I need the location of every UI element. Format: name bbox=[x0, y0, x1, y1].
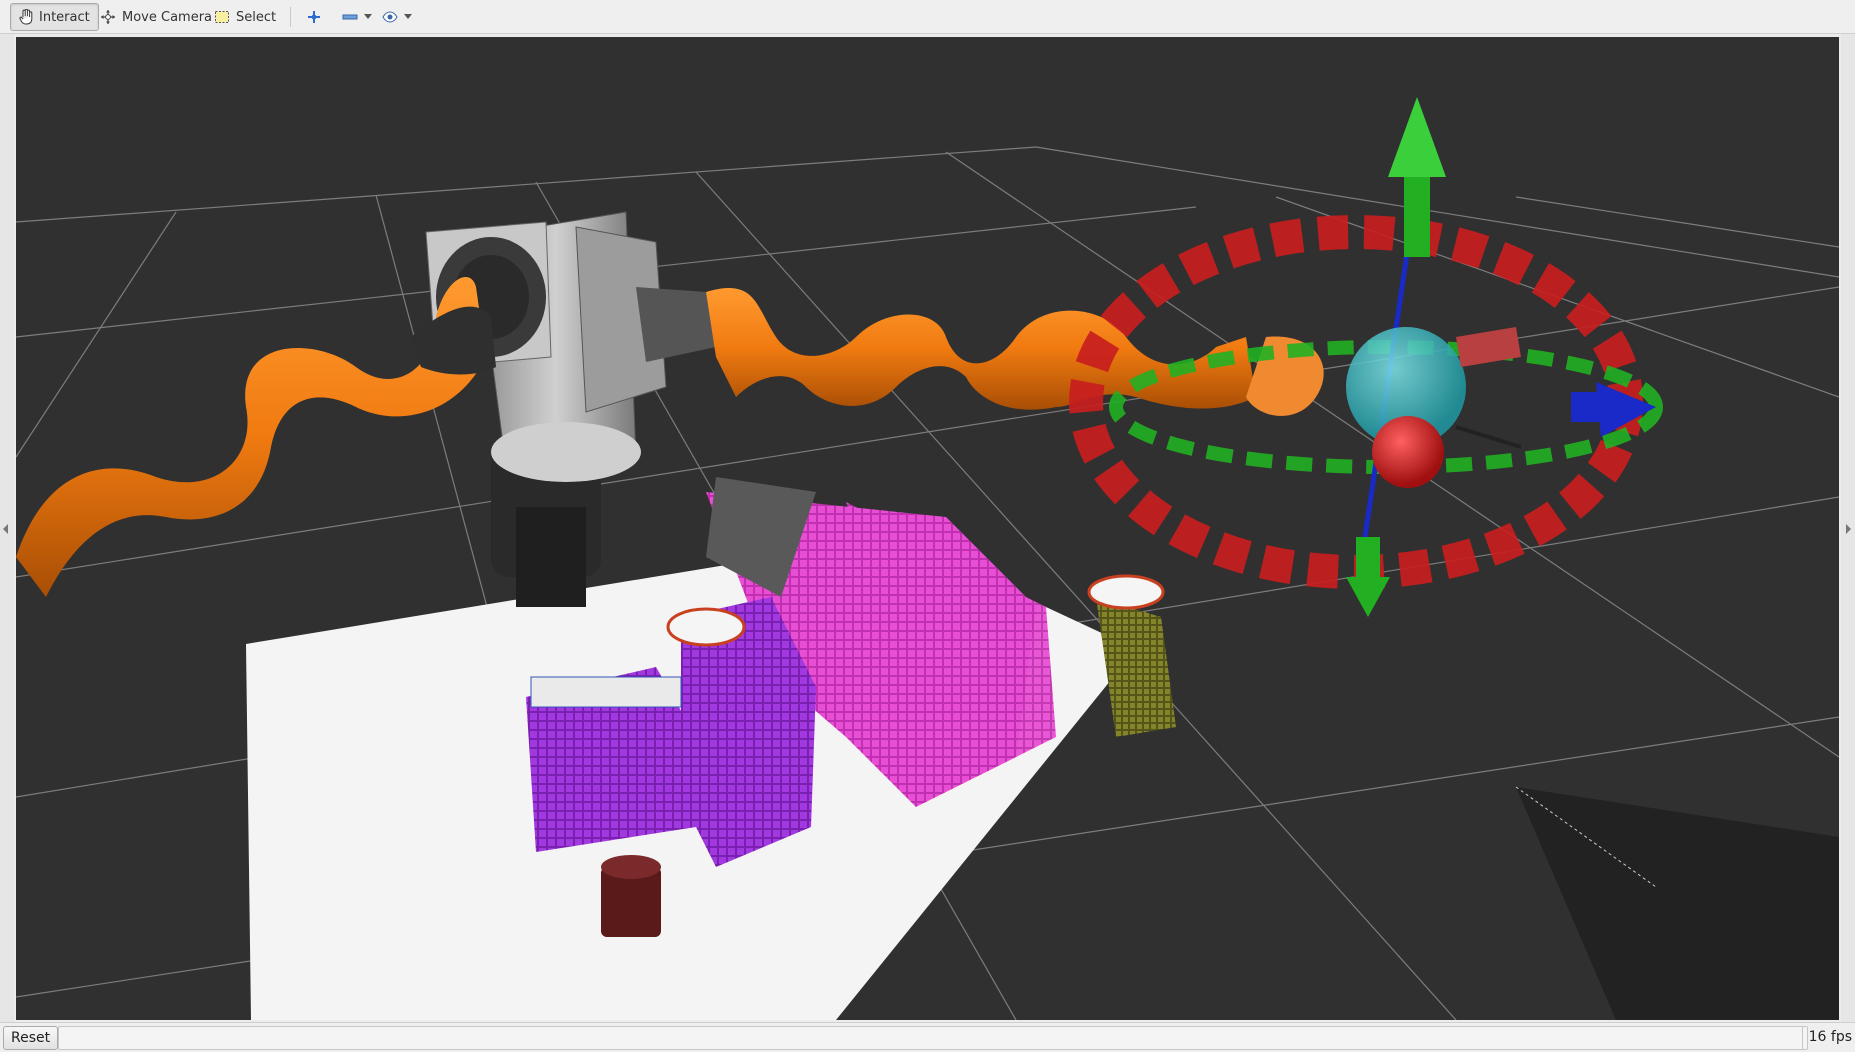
reset-button[interactable]: Reset bbox=[3, 1026, 59, 1050]
collapse-right-icon bbox=[1846, 524, 1851, 534]
can-top bbox=[666, 607, 746, 647]
select-rectangle-icon bbox=[214, 10, 230, 24]
select-tool-button[interactable]: Select bbox=[206, 3, 284, 31]
chevron-down-icon bbox=[404, 14, 412, 20]
robot-base bbox=[425, 211, 667, 607]
can-top bbox=[1087, 574, 1165, 610]
fps-readout: 16 fps bbox=[1801, 1026, 1852, 1050]
top-toolbar: Interact Move Camera Select bbox=[0, 0, 1855, 34]
collapse-left-icon bbox=[3, 524, 8, 534]
chevron-down-icon bbox=[364, 14, 372, 20]
robot-arm-right-segment bbox=[636, 287, 1324, 416]
interactive-marker bbox=[1069, 97, 1663, 617]
status-message-field bbox=[58, 1026, 1808, 1050]
move-camera-tool-button[interactable]: Move Camera bbox=[92, 3, 220, 31]
hand-pointer-icon bbox=[19, 9, 33, 25]
move-camera-tool-label: Move Camera bbox=[122, 9, 213, 25]
focus-camera-tool-button[interactable] bbox=[298, 3, 330, 31]
select-tool-label: Select bbox=[236, 9, 277, 25]
left-panel-collapse-handle[interactable] bbox=[0, 34, 14, 1022]
eye-icon bbox=[382, 11, 398, 23]
interact-tool-label: Interact bbox=[39, 9, 90, 25]
ruler-icon bbox=[342, 12, 358, 22]
right-panel-collapse-handle[interactable] bbox=[1841, 34, 1855, 1022]
bottom-status-bar: Reset 16 fps bbox=[0, 1022, 1855, 1052]
view-options-tool-button[interactable] bbox=[374, 3, 420, 31]
robot-arm-left-segment bbox=[16, 277, 486, 597]
toolbar-separator bbox=[290, 7, 291, 27]
crosshair-plus-icon bbox=[306, 9, 322, 25]
interact-tool-button[interactable]: Interact bbox=[10, 3, 99, 31]
camera-move-icon bbox=[100, 9, 116, 25]
3d-render-viewport[interactable] bbox=[16, 37, 1839, 1020]
table-shadow bbox=[1516, 787, 1839, 1020]
